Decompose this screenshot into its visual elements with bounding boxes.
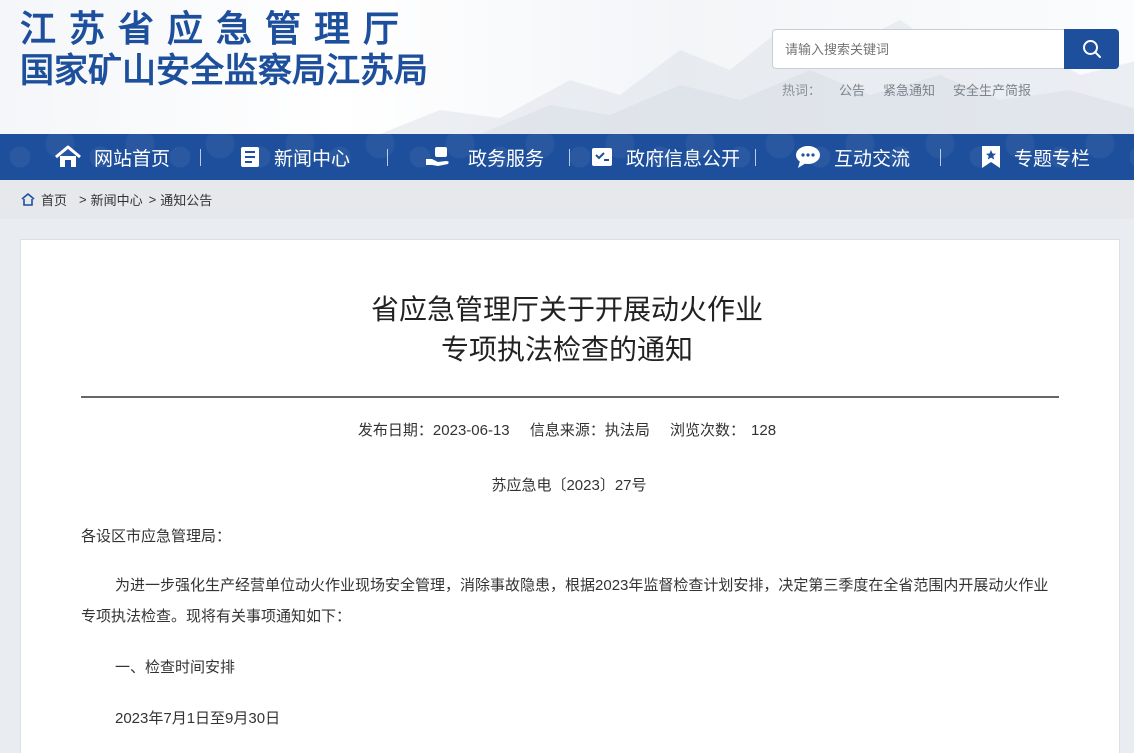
section-heading: 一、检查时间安排 <box>115 659 236 676</box>
nav-item-label: 政府信息公开 <box>626 147 741 170</box>
nav-item-label: 专题专栏 <box>1014 147 1091 170</box>
salutation: 各设区市应急管理局： <box>81 528 232 545</box>
site-title-line2: 国家矿山安全监察局江苏局 <box>20 51 428 91</box>
nav-item-news[interactable]: 新闻中心 <box>238 134 350 180</box>
source-value: 执法局 <box>604 422 650 439</box>
chat-icon <box>796 146 820 168</box>
view-count: 浏览次数： 128 <box>670 422 776 439</box>
section-text: 2023年7月1日至9月30日 <box>115 710 281 727</box>
site-title-line1: 江苏省应急管理厅 <box>20 9 413 50</box>
breadcrumb-separator: > <box>148 192 157 207</box>
breadcrumb-separator: > <box>79 192 87 207</box>
search-button[interactable] <box>1064 29 1119 69</box>
publish-label: 发布日期： <box>357 422 433 439</box>
breadcrumb-notice-link[interactable]: 通知公告 <box>160 190 212 209</box>
article-title: 省应急管理厅关于开展动火作业 专项执法检查的通知 <box>0 290 1134 370</box>
nav-divider <box>940 149 941 166</box>
home-icon <box>55 145 81 167</box>
views-label: 浏览次数： <box>670 422 746 439</box>
hotword-link[interactable]: 安全生产简报 <box>953 80 1031 99</box>
source-label: 信息来源： <box>529 422 605 439</box>
hotword-link[interactable]: 紧急通知 <box>883 80 935 99</box>
article-meta: 发布日期：2023-06-13 信息来源：执法局 浏览次数： 128 <box>0 419 1134 440</box>
site-logo-title[interactable]: 江苏省应急管理厅 国家矿山安全监察局江苏局 <box>20 9 428 91</box>
breadcrumb: 首页 > 新闻中心 > 通知公告 <box>0 180 1134 219</box>
site-header: 江苏省应急管理厅 国家矿山安全监察局江苏局 热词： 公告 紧急通知 安全生产简报 <box>0 0 1134 134</box>
hotwords-bar: 热词： 公告 紧急通知 安全生产简报 <box>782 80 1031 99</box>
article-title-line1: 省应急管理厅关于开展动火作业 <box>370 293 763 326</box>
hotword-link[interactable]: 公告 <box>839 80 865 99</box>
bookmark-star-icon <box>982 146 1000 168</box>
breadcrumb-news-link[interactable]: 新闻中心 <box>91 190 143 209</box>
nav-item-label: 网站首页 <box>94 147 171 170</box>
nav-divider <box>755 149 756 166</box>
hotwords-label: 热词： <box>782 83 822 98</box>
home-icon <box>21 193 35 206</box>
search-input[interactable] <box>772 29 1065 69</box>
nav-item-label: 互动交流 <box>834 147 911 170</box>
document-number: 苏应急电〔2023〕27号 <box>491 477 647 494</box>
nav-divider <box>387 149 388 166</box>
nav-item-info-disclosure[interactable]: 政府信息公开 <box>590 134 740 180</box>
body-paragraph: 为进一步强化生产经营单位动火作业现场安全管理，消除事故隐患，根据2023年监督检… <box>81 577 1049 625</box>
title-divider <box>81 396 1059 398</box>
news-icon <box>241 147 259 167</box>
publish-date: 发布日期：2023-06-13 <box>358 422 510 439</box>
nav-divider <box>200 149 201 166</box>
views-value: 128 <box>751 422 777 439</box>
nav-item-interaction[interactable]: 互动交流 <box>794 134 910 180</box>
article-title-line2: 专项执法检查的通知 <box>440 333 693 366</box>
info-source: 信息来源：执法局 <box>530 422 650 439</box>
main-nav: 网站首页 新闻中心 政务服务 政府信息公开 互动交流 专题专栏 <box>0 134 1134 180</box>
publish-value: 2023-06-13 <box>432 422 510 439</box>
service-hand-icon <box>426 147 449 166</box>
nav-item-label: 新闻中心 <box>274 147 351 170</box>
nav-divider <box>569 149 570 166</box>
nav-item-label: 政务服务 <box>468 147 545 170</box>
nav-item-home[interactable]: 网站首页 <box>54 134 170 180</box>
search-icon <box>1082 40 1101 58</box>
info-disclosure-icon <box>592 148 612 166</box>
nav-item-gov-service[interactable]: 政务服务 <box>424 134 544 180</box>
breadcrumb-home-link[interactable]: 首页 <box>41 190 67 209</box>
nav-item-special-topics[interactable]: 专题专栏 <box>980 134 1090 180</box>
